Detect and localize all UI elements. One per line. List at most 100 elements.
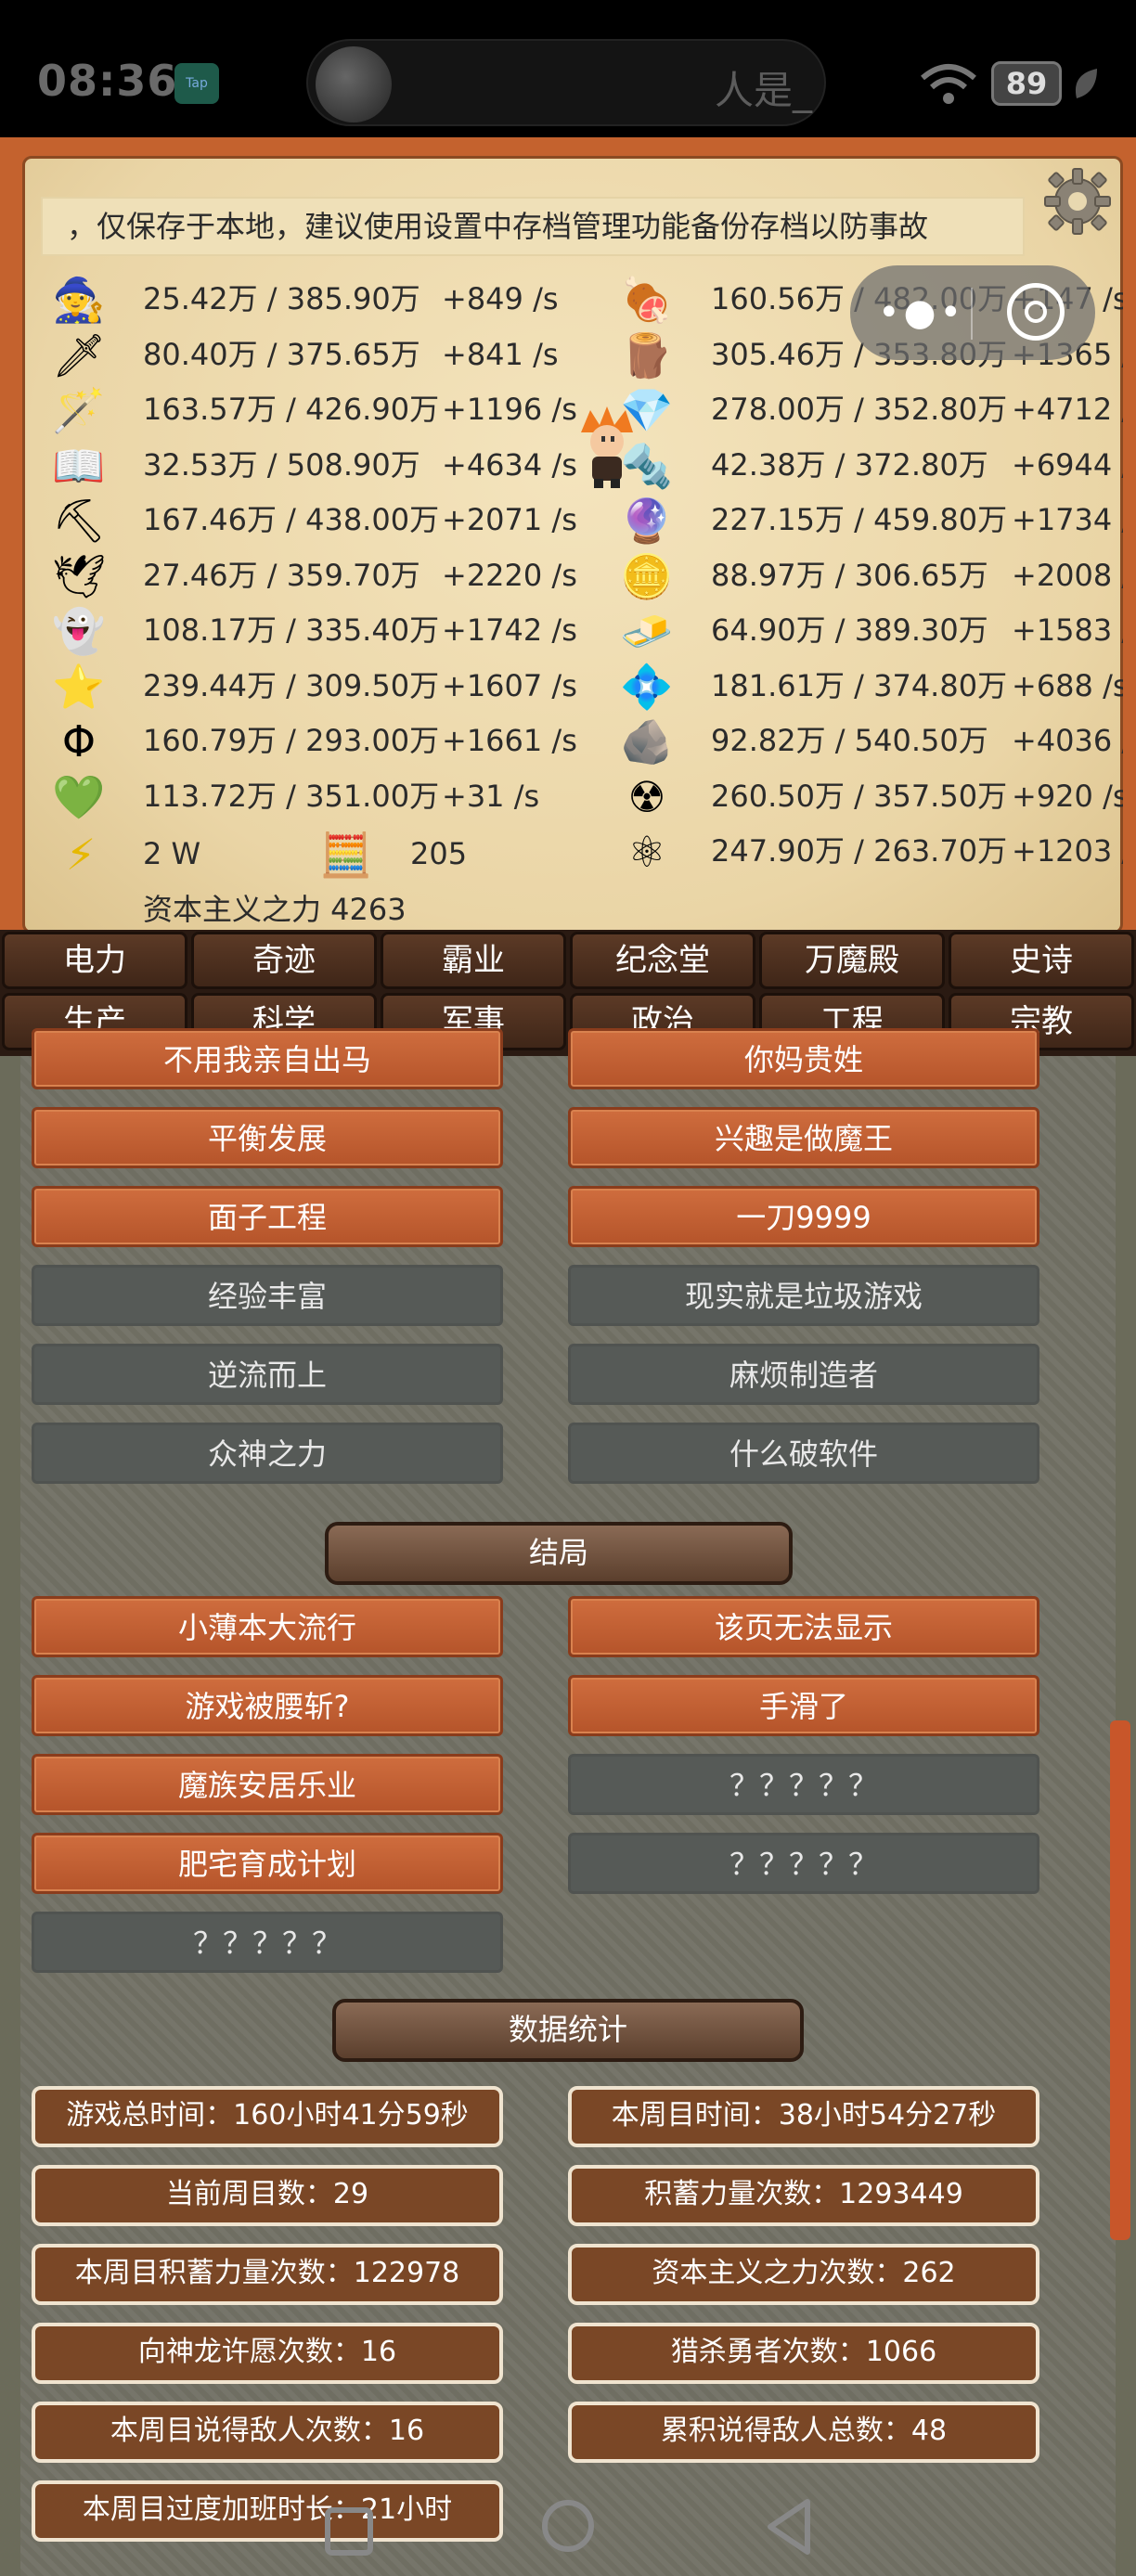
achievement-button[interactable]: 经验丰富 — [32, 1265, 503, 1326]
achievement-button[interactable]: 麻烦制造者 — [568, 1344, 1039, 1405]
section-header-stats: 数据统计 — [332, 1999, 804, 2062]
resource-amount: 278.00万 / 352.80万 — [711, 392, 1008, 427]
tab-item[interactable]: 霸业 — [381, 932, 566, 989]
section-header-ending: 结局 — [325, 1522, 793, 1585]
home-button[interactable] — [542, 2500, 594, 2552]
meat-icon: 🍖 — [620, 275, 674, 325]
stat-item: 本周目时间：38小时54分27秒 — [568, 2086, 1039, 2147]
achievement-button[interactable]: 平衡发展 — [32, 1107, 503, 1168]
resource-amount: 27.46万 / 359.70万 — [143, 557, 420, 593]
capitalism-power: 资本主义之力 4263 — [143, 892, 407, 927]
app-screen: 08:36 Tap 人是_ 89 ，仅保存于本地，建议使用设置中存档管理功能备份… — [0, 0, 1136, 2576]
ending-button[interactable]: 魔族安居乐业 — [32, 1754, 503, 1815]
resource-rate: +1583 /s — [1012, 612, 1123, 648]
book-icon: 📖 — [52, 440, 106, 491]
calculator-value: 205 — [410, 836, 468, 871]
resource-rate: +4712 /s — [1012, 392, 1123, 427]
stat-item: 游戏总时间：160小时41分59秒 — [32, 2086, 503, 2147]
phi-icon: Φ — [61, 716, 97, 766]
close-miniprogram-dot — [1025, 301, 1047, 323]
lightning-icon: ⚡ — [65, 830, 97, 880]
resource-rate: +688 /s — [1012, 667, 1123, 703]
resource-rate: +1734 /s — [1012, 502, 1123, 537]
resource-rate: +841 /s — [442, 336, 559, 372]
wood-log-icon: 🪵 — [620, 329, 674, 380]
back-icon[interactable] — [761, 2496, 817, 2557]
ending-button[interactable]: 肥宅育成计划 — [32, 1833, 503, 1894]
ending-button[interactable]: 小薄本大流行 — [32, 1596, 503, 1657]
achievement-button[interactable]: 兴趣是做魔王 — [568, 1107, 1039, 1168]
resource-amount: 167.46万 / 438.00万 — [143, 502, 440, 537]
resource-rate: +2220 /s — [442, 557, 577, 593]
stat-item: 本周目积蓄力量次数：122978 — [32, 2244, 503, 2305]
achievement-button[interactable]: 你妈贵姓 — [568, 1028, 1039, 1089]
resource-amount: 239.44万 / 309.50万 — [143, 667, 440, 703]
crystal-icon: 💎 — [620, 385, 674, 435]
achievement-button[interactable]: 一刀9999 — [568, 1186, 1039, 1247]
atom-icon: ⚛ — [627, 827, 666, 877]
gold-coin-icon: 🪙 — [620, 550, 674, 601]
resource-amount: 32.53万 / 508.90万 — [143, 446, 420, 483]
stat-item: 累积说得敌人总数：48 — [568, 2402, 1039, 2463]
purple-gem-icon: 🔮 — [620, 496, 674, 546]
angel-wings-icon: 🕊 — [52, 550, 107, 601]
clock: 08:36 — [37, 56, 178, 106]
stat-item: 本周目说得敌人次数：16 — [32, 2402, 503, 2463]
stat-item: 当前周目数：29 — [32, 2165, 503, 2226]
resource-rate: +4036 /s — [1012, 723, 1123, 758]
achievement-button[interactable]: 面子工程 — [32, 1186, 503, 1247]
resource-amount: 227.15万 / 459.80万 — [711, 502, 1008, 537]
achievement-button[interactable]: 不用我亲自出马 — [32, 1028, 503, 1089]
soul-icon: 👻 — [52, 606, 106, 656]
tab-item[interactable]: 电力 — [2, 932, 187, 989]
achievement-button[interactable]: 逆流而上 — [32, 1344, 503, 1405]
caller-name: 人是_ — [715, 68, 813, 113]
ending-button[interactable]: 该页无法显示 — [568, 1596, 1039, 1657]
resource-amount: 42.38万 / 372.80万 — [711, 446, 988, 483]
resource-rate: +4634 /s — [442, 446, 577, 483]
resource-rate: +1661 /s — [442, 723, 577, 758]
green-spirit-icon: 💚 — [52, 771, 106, 822]
ending-button[interactable]: ？？？？？ — [32, 1912, 503, 1973]
battery-indicator: 89 — [991, 61, 1062, 106]
gear-icon[interactable] — [1041, 165, 1114, 238]
achievement-button[interactable]: 什么破软件 — [568, 1423, 1039, 1484]
radiation-icon: ☢ — [627, 771, 666, 822]
tab-item[interactable]: 奇迹 — [191, 932, 377, 989]
achievement-button[interactable]: 众神之力 — [32, 1423, 503, 1484]
resource-rate: +1196 /s — [442, 392, 577, 427]
ending-button[interactable]: ？？？？？ — [568, 1833, 1039, 1894]
star-icon: ⭐ — [52, 661, 106, 712]
resource-rate: +920 /s — [1012, 778, 1123, 814]
tab-item[interactable]: 纪念堂 — [570, 932, 755, 989]
leaf-icon — [1075, 69, 1097, 98]
save-notice-banner: ，仅保存于本地，建议使用设置中存档管理功能备份存档以防事故 — [41, 197, 1025, 256]
stat-item: 向神龙许愿次数：16 — [32, 2323, 503, 2384]
resource-amount: 108.17万 / 335.40万 — [143, 612, 440, 648]
stat-item: 积蓄力量次数：1293449 — [568, 2165, 1039, 2226]
calculator-icon[interactable]: 🧮 — [319, 828, 373, 882]
resource-rate: +849 /s — [442, 281, 559, 316]
resource-rate: +2071 /s — [442, 502, 577, 537]
more-icon[interactable]: •●• — [878, 290, 962, 336]
resource-amount: 113.72万 / 351.00万 — [143, 778, 440, 814]
achievement-button[interactable]: 现实就是垃圾游戏 — [568, 1265, 1039, 1326]
tab-item[interactable]: 史诗 — [949, 932, 1134, 989]
ending-button[interactable]: 手滑了 — [568, 1675, 1039, 1736]
tab-item[interactable]: 万魔殿 — [759, 932, 945, 989]
gold-bar-icon: 🧈 — [620, 606, 674, 656]
ending-button[interactable]: ？？？？？ — [568, 1754, 1039, 1815]
resource-amount: 181.61万 / 374.80万 — [711, 667, 1008, 703]
resource-amount: 64.90万 / 389.30万 — [711, 612, 988, 648]
ending-button[interactable]: 游戏被腰斩? — [32, 1675, 503, 1736]
magic-wand-icon: 🪄 — [52, 385, 106, 435]
stat-item: 本周目过度加班时长：21小时 — [32, 2480, 503, 2542]
power-value: 2 W — [143, 836, 201, 871]
recent-apps-button[interactable] — [325, 2507, 373, 2556]
resource-rate: +1607 /s — [442, 667, 577, 703]
iron-ingot-icon: 🔩 — [620, 440, 674, 491]
stat-item: 猎杀勇者次数：1066 — [568, 2323, 1039, 2384]
scrollbar-thumb[interactable] — [1110, 1720, 1130, 2240]
resource-amount: 92.82万 / 540.50万 — [711, 723, 988, 758]
resource-amount: 247.90万 / 263.70万 — [711, 833, 1008, 869]
